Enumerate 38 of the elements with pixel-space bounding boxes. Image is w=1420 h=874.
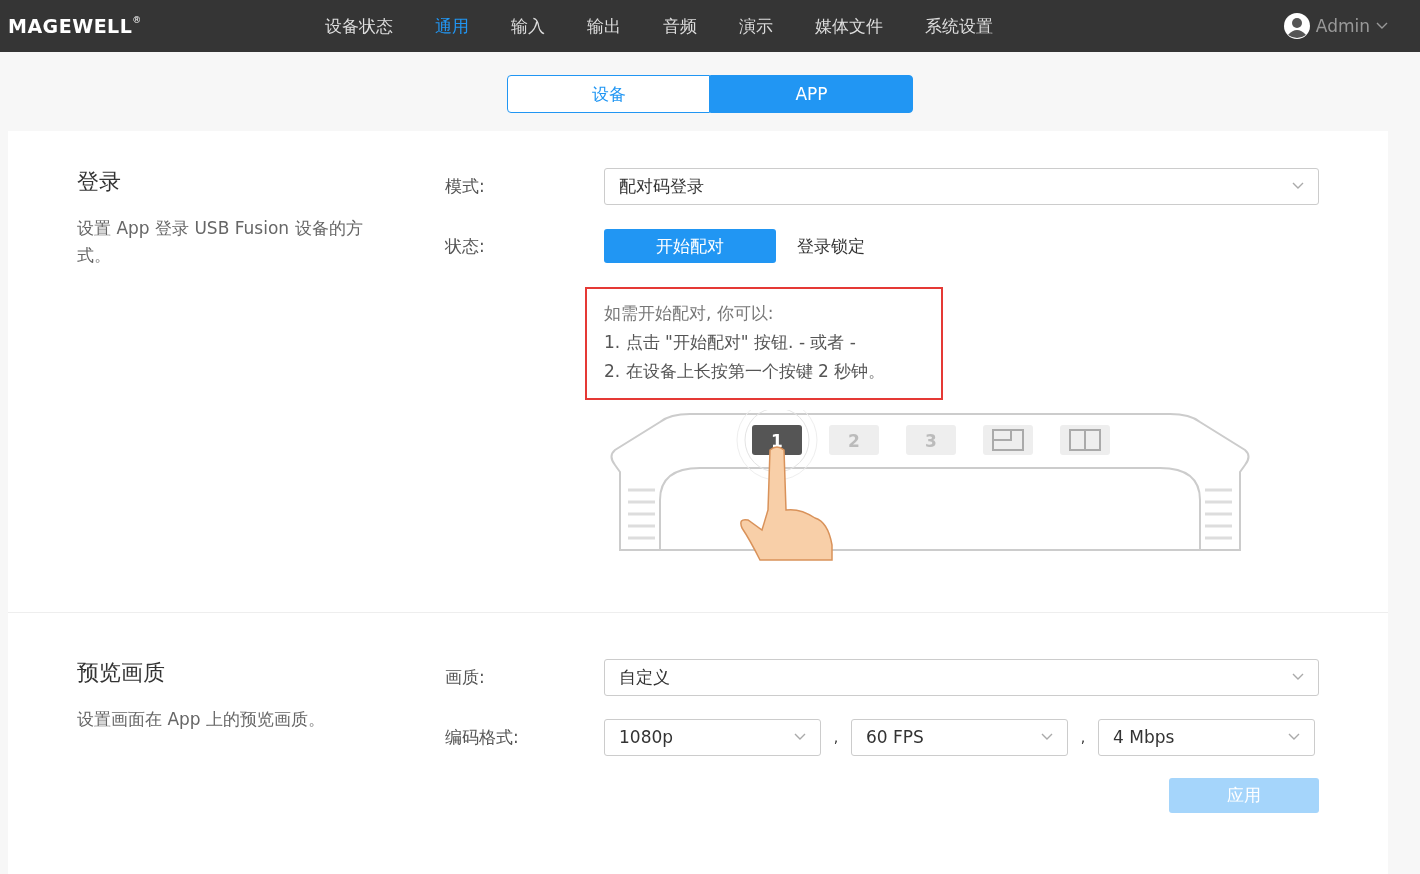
nav-tab[interactable]: 输入: [490, 14, 566, 38]
field-label: 状态:: [445, 234, 486, 258]
separator-mark: ,: [1079, 729, 1087, 745]
chevron-down-icon[interactable]: [1292, 182, 1304, 190]
nav-tab[interactable]: 系统设置: [904, 14, 1014, 38]
registered-mark: ®: [132, 15, 142, 25]
nav-tab[interactable]: 演示: [718, 14, 794, 38]
device-key: 1: [752, 425, 802, 455]
user-name[interactable]: Admin: [1315, 16, 1370, 36]
framerate-select[interactable]: 60 FPS: [851, 718, 1068, 756]
brand-logo: MAGEWELL: [8, 15, 133, 37]
chevron-down-icon[interactable]: [1288, 733, 1300, 741]
nav-tab[interactable]: 设备状态: [304, 14, 414, 38]
field-label: 画质:: [445, 665, 486, 689]
resolution-select[interactable]: 1080p: [604, 718, 821, 756]
login-lock-label: 登录锁定: [797, 234, 865, 258]
bitrate-select[interactable]: 4 Mbps: [1098, 718, 1315, 756]
nav-tab[interactable]: 通用: [414, 14, 490, 38]
field-label: 编码格式:: [445, 725, 520, 749]
field-label: 模式:: [445, 174, 486, 198]
chevron-down-icon[interactable]: [1292, 673, 1304, 681]
section-description: 设置画面在 App 上的预览画质。: [77, 708, 327, 731]
hint-text: 如需开始配对, 你可以:: [604, 302, 775, 325]
chevron-down-icon[interactable]: [1041, 733, 1053, 741]
nav-tab[interactable]: 音频: [642, 14, 718, 38]
section-title: 登录: [77, 168, 122, 196]
chevron-down-icon[interactable]: [794, 733, 806, 741]
section-description: 设置 App 登录 USB Fusion 设备的方式。: [77, 217, 364, 267]
nav-tab[interactable]: 媒体文件: [794, 14, 904, 38]
quality-select[interactable]: 自定义: [604, 658, 1319, 696]
caret-icon[interactable]: [1376, 22, 1388, 30]
nav-tab[interactable]: 输出: [566, 14, 642, 38]
hint-text: 1. 点击 "开始配对" 按钮. - 或者 -: [604, 331, 857, 354]
section-title: 预览画质: [77, 659, 166, 687]
user-avatar-icon[interactable]: [1283, 13, 1310, 39]
separator-mark: ,: [832, 729, 840, 745]
mode-select[interactable]: 配对码登录: [604, 167, 1319, 205]
hint-text: 2. 在设备上长按第一个按键 2 秒钟。: [604, 360, 887, 383]
